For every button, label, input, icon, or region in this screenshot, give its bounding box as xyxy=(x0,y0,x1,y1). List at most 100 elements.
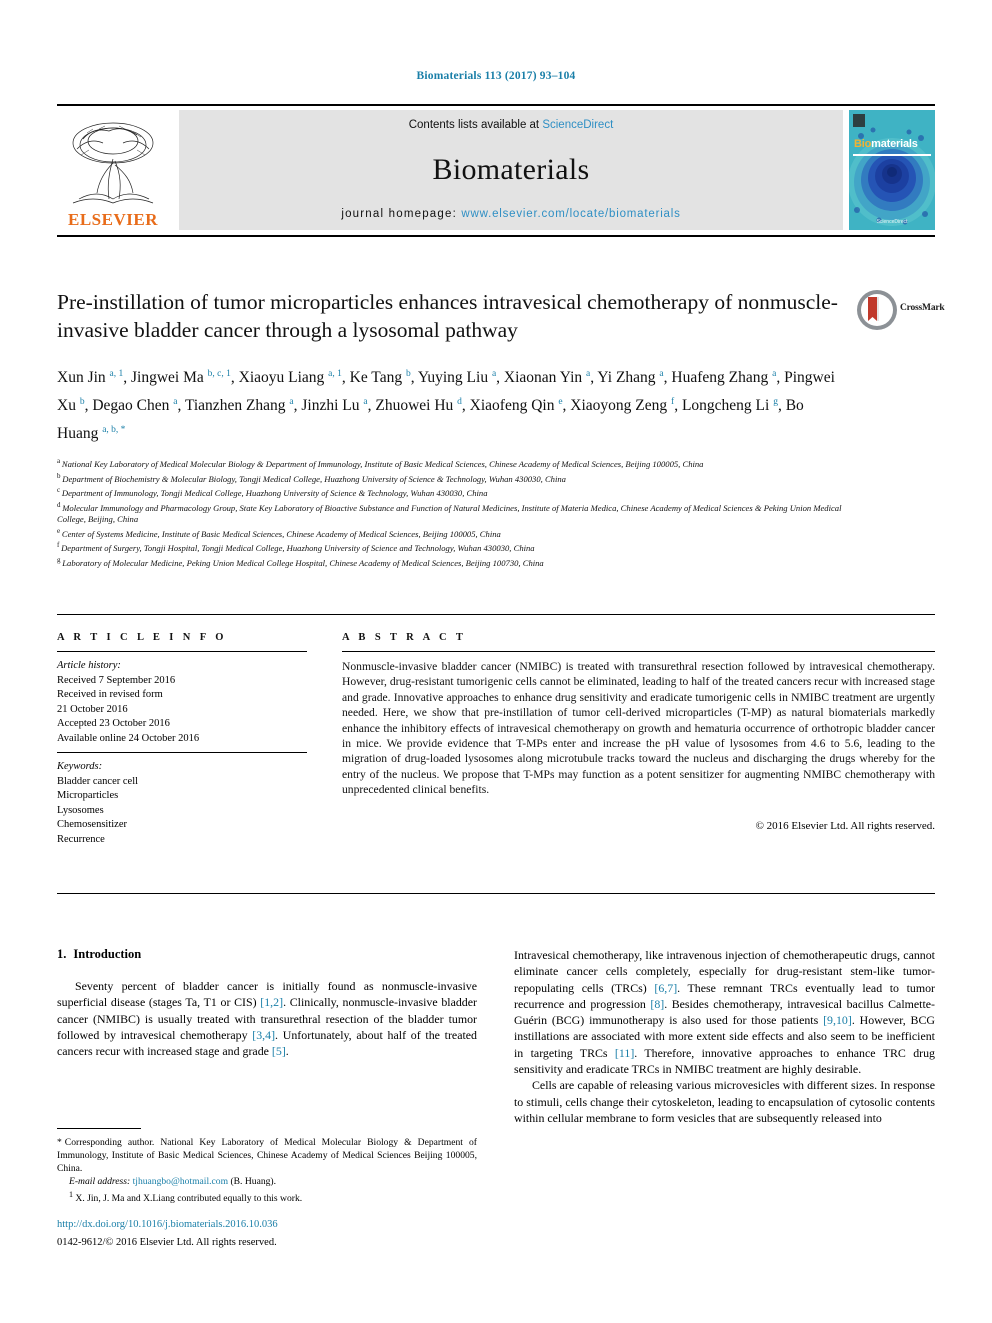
keyword-item: Microparticles xyxy=(57,790,119,801)
email-link[interactable]: tjhuangbo@hotmail.com xyxy=(133,1176,228,1187)
citation-link[interactable]: [3,4] xyxy=(252,1028,275,1042)
author-affiliation-marker: a xyxy=(491,369,497,379)
citation-link[interactable]: [11] xyxy=(615,1046,634,1060)
section-number: 1. xyxy=(57,947,67,961)
body-column-right: Intravesical chemotherapy, like intraven… xyxy=(514,947,935,1126)
affiliation-item: a National Key Laboratory of Medical Mol… xyxy=(57,457,704,470)
journal-cover-thumbnail: Biomaterials ScienceDirect xyxy=(849,110,935,230)
footer-doi-block: http://dx.doi.org/10.1016/j.biomaterials… xyxy=(57,1218,477,1250)
issn-copyright-line: 0142-9612/© 2016 Elsevier Ltd. All right… xyxy=(57,1237,277,1248)
author-affiliation-marker: b xyxy=(79,397,85,408)
article-history-line: Accepted 23 October 2016 xyxy=(57,718,170,729)
homepage-url[interactable]: www.elsevier.com/locate/biomaterials xyxy=(461,208,680,220)
body-column-left: 1. Introduction Seventy percent of bladde… xyxy=(57,947,477,1059)
masthead-bottom-rule xyxy=(57,235,935,237)
crossmark-badge[interactable]: CrossMark xyxy=(856,289,945,335)
cover-title-bio: Bio xyxy=(854,138,872,150)
author-name: Degao Chen a, xyxy=(92,397,185,415)
author-affiliation-marker: a, 1 xyxy=(109,369,124,379)
journal-masthead: ELSEVIER Contents lists available at Sci… xyxy=(57,104,935,237)
author-name: Jinzhi Lu a, xyxy=(301,397,376,415)
citation-link[interactable]: [6,7] xyxy=(654,981,677,995)
intro-paragraph-right-2: Cells are capable of releasing various m… xyxy=(514,1078,935,1125)
running-head: Biomaterials 113 (2017) 93–104 xyxy=(416,70,576,82)
author-name: Ke Tang b, xyxy=(349,369,418,387)
page-title: Pre-instillation of tumor microparticles… xyxy=(57,290,838,342)
elsevier-logo: ELSEVIER xyxy=(57,110,169,230)
doi-link[interactable]: http://dx.doi.org/10.1016/j.biomaterials… xyxy=(57,1218,477,1232)
footnote-equal-contribution: 1 X. Jin, J. Ma and X.Liang contributed … xyxy=(57,1188,477,1205)
crossmark-label: CrossMark xyxy=(900,303,945,313)
article-history-line: Available online 24 October 2016 xyxy=(57,732,200,744)
abstract-rule xyxy=(342,651,935,652)
email-label: E-mail address: xyxy=(69,1176,131,1187)
cover-publisher-mark xyxy=(853,114,865,127)
author-affiliation-marker: a xyxy=(586,369,591,379)
footnote-corresponding-text: Corresponding author. National Key Labor… xyxy=(57,1137,477,1174)
citation-link[interactable]: [5] xyxy=(272,1044,286,1058)
author-affiliation-marker: a xyxy=(659,369,664,379)
citation-link[interactable]: [1,2] xyxy=(260,995,283,1009)
footnote-rule xyxy=(57,1128,141,1129)
intro-paragraph-right: Intravesical chemotherapy, like intraven… xyxy=(514,948,936,1077)
author-list: Xun Jin a, 1, Jingwei Ma b, c, 1, Xiaoyu… xyxy=(57,362,847,446)
affiliation-key: f xyxy=(57,541,62,550)
author-name: Tianzhen Zhang a, xyxy=(184,397,302,415)
homepage-label: journal homepage: xyxy=(341,208,462,220)
author-affiliation-marker: f xyxy=(671,397,675,408)
affiliation-item: d Molecular Immunology and Pharmacology … xyxy=(57,500,842,525)
author-name: Xiaoyu Liang a, 1, xyxy=(238,369,350,387)
affiliation-item: b Department of Biochemistry & Molecular… xyxy=(57,471,566,484)
journal-title: Biomaterials xyxy=(432,152,590,186)
crossmark-icon xyxy=(857,290,897,330)
author-affiliation-marker: d xyxy=(457,397,462,408)
affiliation-item: g Laboratory of Molecular Medicine, Peki… xyxy=(57,555,544,568)
author-affiliation-marker: a xyxy=(289,397,294,408)
section-heading-introduction: 1. Introduction xyxy=(57,947,477,962)
keyword-item: Bladder cancer cell xyxy=(57,775,139,787)
footnote-email: E-mail address: tjhuangbo@hotmail.com (B… xyxy=(57,1175,477,1188)
author-name: Xiaoyong Zeng f, xyxy=(570,397,682,415)
abstract-top-rule xyxy=(57,614,935,615)
sciencedirect-link[interactable]: ScienceDirect xyxy=(542,119,613,131)
abstract-text: Nonmuscle-invasive bladder cancer (NMIBC… xyxy=(342,660,935,797)
cover-divider xyxy=(853,154,931,156)
abstract-column: A B S T R A C T Nonmuscle-invasive bladd… xyxy=(342,632,935,832)
author-name: Xiaonan Yin a, xyxy=(503,369,598,387)
author-name: Huafeng Zhang a, xyxy=(671,369,785,387)
article-history-lines: Received 7 September 2016 Received in rev… xyxy=(57,674,307,747)
citation-link[interactable]: [8] xyxy=(650,997,664,1011)
citation-link[interactable]: [9,10] xyxy=(823,1013,852,1027)
keywords-label: Keywords: xyxy=(57,761,103,772)
article-info-rule xyxy=(57,651,307,652)
email-owner: (B. Huang). xyxy=(230,1176,277,1187)
title-and-authors: Pre-instillation of tumor microparticles… xyxy=(57,288,847,569)
author-name: Zhuowei Hu d, xyxy=(375,397,470,415)
author-affiliation-marker: a xyxy=(173,397,178,408)
footnote-corresponding: * Corresponding author. National Key Labo… xyxy=(57,1136,477,1175)
article-history-line: Received 7 September 2016 xyxy=(57,674,176,686)
keyword-item: Lysosomes xyxy=(57,804,104,816)
footnote-block: * Corresponding author. National Key Labo… xyxy=(57,1128,477,1205)
article-history-line: Received in revised form xyxy=(57,689,163,700)
affiliation-key: g xyxy=(57,555,63,564)
footnote-equal-text: X. Jin, J. Ma and X.Liang contributed eq… xyxy=(75,1193,303,1205)
author-affiliation-marker: a, 1 xyxy=(328,369,342,379)
section-title: Introduction xyxy=(73,947,142,961)
affiliation-item: e Center of Systems Medicine, Institute … xyxy=(57,526,501,539)
author-affiliation-marker: a, b, * xyxy=(102,425,126,436)
article-page: Biomaterials 113 (2017) 93–104 ELSEVIER … xyxy=(0,0,992,1323)
author-affiliation-marker: a xyxy=(363,397,368,408)
keyword-list: Bladder cancer cell Microparticles Lysosom… xyxy=(57,775,307,848)
affiliation-key: e xyxy=(57,526,62,535)
abstract-bottom-rule xyxy=(57,893,935,894)
article-history-line: 21 October 2016 xyxy=(57,703,128,715)
contents-prefix: Contents lists available at xyxy=(408,119,543,131)
affiliation-item: f Department of Surgery, Tongji Hospital… xyxy=(57,541,535,554)
author-affiliation-marker: b xyxy=(405,369,411,379)
masthead-top-rule xyxy=(57,104,935,106)
author-name: Yuying Liu a, xyxy=(417,369,504,387)
author-affiliation-marker: g xyxy=(773,397,778,408)
keyword-item: Chemosensitizer xyxy=(57,819,127,830)
abstract-heading: A B S T R A C T xyxy=(342,632,467,643)
